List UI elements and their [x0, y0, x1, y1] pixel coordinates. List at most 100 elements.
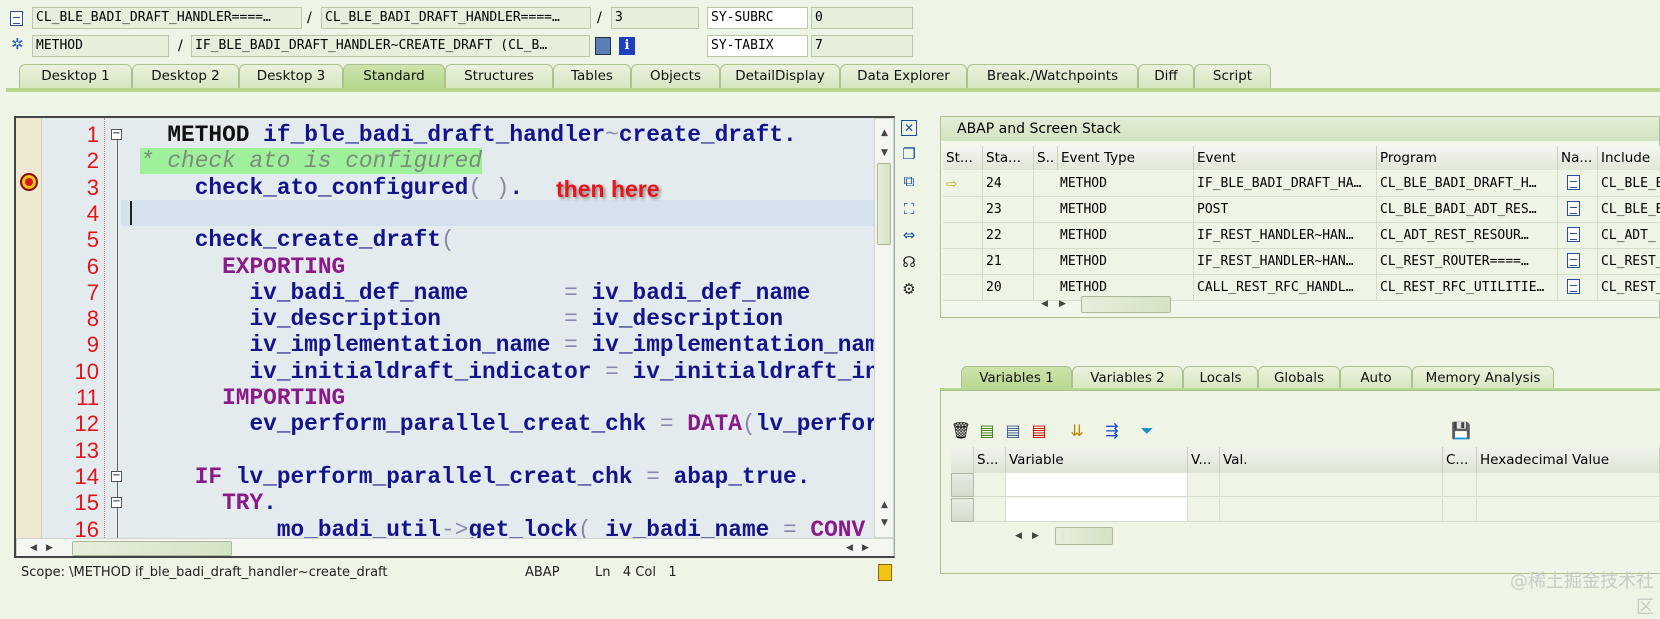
column-header[interactable]: St...: [943, 146, 983, 170]
sy-tabix-label[interactable]: SY-TABIX: [707, 35, 808, 57]
stack-cell-level[interactable]: 23: [983, 197, 1034, 223]
tab-structures[interactable]: Structures: [445, 64, 553, 88]
tab-diff[interactable]: Diff: [1138, 64, 1194, 88]
save-icon[interactable]: 💾: [1450, 420, 1472, 442]
fit-width-icon[interactable]: ⇔: [898, 224, 920, 246]
vertical-scroll-thumb[interactable]: [877, 163, 891, 245]
variable-column-header[interactable]: S...: [974, 447, 1006, 473]
column-header[interactable]: Event Type: [1058, 146, 1194, 170]
row-selector[interactable]: [951, 473, 974, 497]
stack-cell-event[interactable]: POST: [1194, 197, 1377, 223]
stack-cell-event-type[interactable]: METHOD: [1036, 223, 1194, 249]
scroll-down-icon[interactable]: ▼: [881, 518, 888, 528]
program-field[interactable]: CL_BLE_BADI_DRAFT_HANDLER====…: [32, 7, 302, 29]
stack-cell-program[interactable]: CL_REST_RFC_UTILITIE…: [1377, 275, 1558, 301]
column-header[interactable]: Event: [1194, 146, 1377, 170]
delete-icon[interactable]: 🗑: [950, 420, 972, 442]
tab-tables[interactable]: Tables: [553, 64, 631, 88]
stack-cell-level[interactable]: 21: [983, 249, 1034, 275]
stack-cell-level[interactable]: 20: [983, 275, 1034, 301]
fold-toggle-icon[interactable]: −: [111, 129, 122, 140]
code-editor[interactable]: METHOD if_ble_badi_draft_handler~create_…: [14, 116, 895, 558]
navigate-icon[interactable]: [595, 37, 611, 55]
new-window-icon[interactable]: ❐: [898, 143, 920, 165]
var-tab-variables-2[interactable]: Variables 2: [1072, 366, 1183, 389]
variable-column-header[interactable]: Val.: [1220, 447, 1443, 473]
stack-cell-event-type[interactable]: METHOD: [1036, 249, 1194, 275]
stack-cell-program[interactable]: CL_BLE_BADI_DRAFT_H…: [1377, 171, 1558, 197]
navigate-source-icon[interactable]: [1567, 201, 1580, 216]
variable-column-header[interactable]: C...: [1443, 447, 1477, 473]
navigate-source-icon[interactable]: [1567, 175, 1580, 190]
clipboard-icon[interactable]: [878, 564, 892, 581]
var-tab-variables-1[interactable]: Variables 1: [961, 366, 1072, 389]
delete-row-icon[interactable]: ▤: [1028, 420, 1050, 442]
horizontal-scroll-thumb[interactable]: [1081, 296, 1171, 313]
var-tab-memory-analysis[interactable]: Memory Analysis: [1412, 366, 1554, 389]
stack-cell-event[interactable]: IF_REST_HANDLER~HAN…: [1194, 223, 1377, 249]
scroll-right-icon[interactable]: ▶: [1032, 531, 1039, 541]
structure-icon[interactable]: ⚙: [898, 278, 920, 300]
stack-cell-event[interactable]: IF_BLE_BADI_DRAFT_HA…: [1194, 171, 1377, 197]
variable-column-header[interactable]: Hexadecimal Value: [1477, 447, 1660, 473]
column-header[interactable]: Sta...: [983, 146, 1034, 170]
info-icon[interactable]: i: [619, 37, 635, 55]
scroll-down-icon[interactable]: ▼: [881, 148, 888, 158]
variable-column-header[interactable]: Variable: [1006, 447, 1188, 473]
scroll-up-icon[interactable]: ▲: [881, 500, 888, 510]
tab-script[interactable]: Script: [1194, 64, 1271, 88]
fold-toggle-icon[interactable]: −: [111, 470, 122, 482]
append-row-icon[interactable]: ▤: [1002, 420, 1024, 442]
variable-name-input[interactable]: [1006, 498, 1188, 522]
breakpoint-icon[interactable]: [20, 173, 38, 191]
scroll-right-icon[interactable]: ▶: [1059, 299, 1066, 309]
sy-tabix-value[interactable]: 7: [811, 35, 913, 57]
headset-icon[interactable]: ☊: [898, 251, 920, 273]
tab-standard[interactable]: Standard: [343, 64, 445, 88]
include-field[interactable]: CL_BLE_BADI_DRAFT_HANDLER====…: [321, 7, 591, 29]
tab-detaildisplay[interactable]: DetailDisplay: [720, 64, 840, 88]
stack-cell-event-type[interactable]: METHOD: [1036, 171, 1194, 197]
scroll-up-icon[interactable]: ▲: [881, 128, 888, 138]
var-tab-locals[interactable]: Locals: [1183, 366, 1258, 389]
scroll-right-icon[interactable]: ▶: [862, 543, 869, 553]
stack-cell-include[interactable]: CL_BLE_B: [1598, 171, 1660, 197]
maximize-icon[interactable]: ⛶: [898, 198, 920, 220]
column-header[interactable]: Include: [1598, 146, 1660, 170]
insert-row-icon[interactable]: ▤: [976, 420, 998, 442]
variable-column-header[interactable]: V...: [1188, 447, 1220, 473]
tab-data-explorer[interactable]: Data Explorer: [840, 64, 967, 88]
stack-cell-program[interactable]: CL_BLE_BADI_ADT_RES…: [1377, 197, 1558, 223]
stack-cell-include[interactable]: CL_REST_: [1598, 275, 1660, 301]
scroll-left-icon[interactable]: ◀: [1041, 299, 1048, 309]
sy-subrc-label[interactable]: SY-SUBRC: [707, 7, 808, 29]
var-tab-auto[interactable]: Auto: [1340, 366, 1412, 389]
column-header[interactable]: Program: [1377, 146, 1558, 170]
scroll-left-icon[interactable]: ◀: [1015, 531, 1022, 541]
scroll-right-icon[interactable]: ▶: [46, 543, 53, 553]
column-header[interactable]: S..: [1034, 146, 1058, 170]
tab-desktop-2[interactable]: Desktop 2: [132, 64, 239, 88]
event-type-field[interactable]: METHOD: [32, 35, 169, 57]
stack-cell-level[interactable]: 24: [983, 171, 1034, 197]
navigate-source-icon[interactable]: [1567, 253, 1580, 268]
stack-cell-program[interactable]: CL_ADT_REST_RESOUR…: [1377, 223, 1558, 249]
line-field[interactable]: 3: [611, 7, 699, 29]
split-icon[interactable]: ⧉: [898, 170, 920, 192]
sy-subrc-value[interactable]: 0: [811, 7, 913, 29]
fold-toggle-icon[interactable]: −: [111, 497, 122, 509]
stack-cell-include[interactable]: CL_ADT_: [1598, 223, 1660, 249]
scroll-left-icon[interactable]: ◀: [30, 543, 37, 553]
stack-cell-level[interactable]: 22: [983, 223, 1034, 249]
navigate-source-icon[interactable]: [1567, 279, 1580, 294]
navigate-source-icon[interactable]: [1567, 227, 1580, 242]
stack-cell-event[interactable]: CALL_REST_RFC_HANDL…: [1194, 275, 1377, 301]
row-selector[interactable]: [951, 498, 974, 522]
tab-desktop-1[interactable]: Desktop 1: [19, 64, 132, 88]
scroll-left-icon[interactable]: ◀: [846, 543, 853, 553]
filter-icon[interactable]: ⏷: [1136, 420, 1158, 442]
variable-name-input[interactable]: [1006, 473, 1188, 497]
stack-cell-program[interactable]: CL_REST_ROUTER====…: [1377, 249, 1558, 275]
split-arrow-icon[interactable]: ⇶: [1101, 420, 1123, 442]
transfer-icon[interactable]: ⇊: [1066, 420, 1088, 442]
